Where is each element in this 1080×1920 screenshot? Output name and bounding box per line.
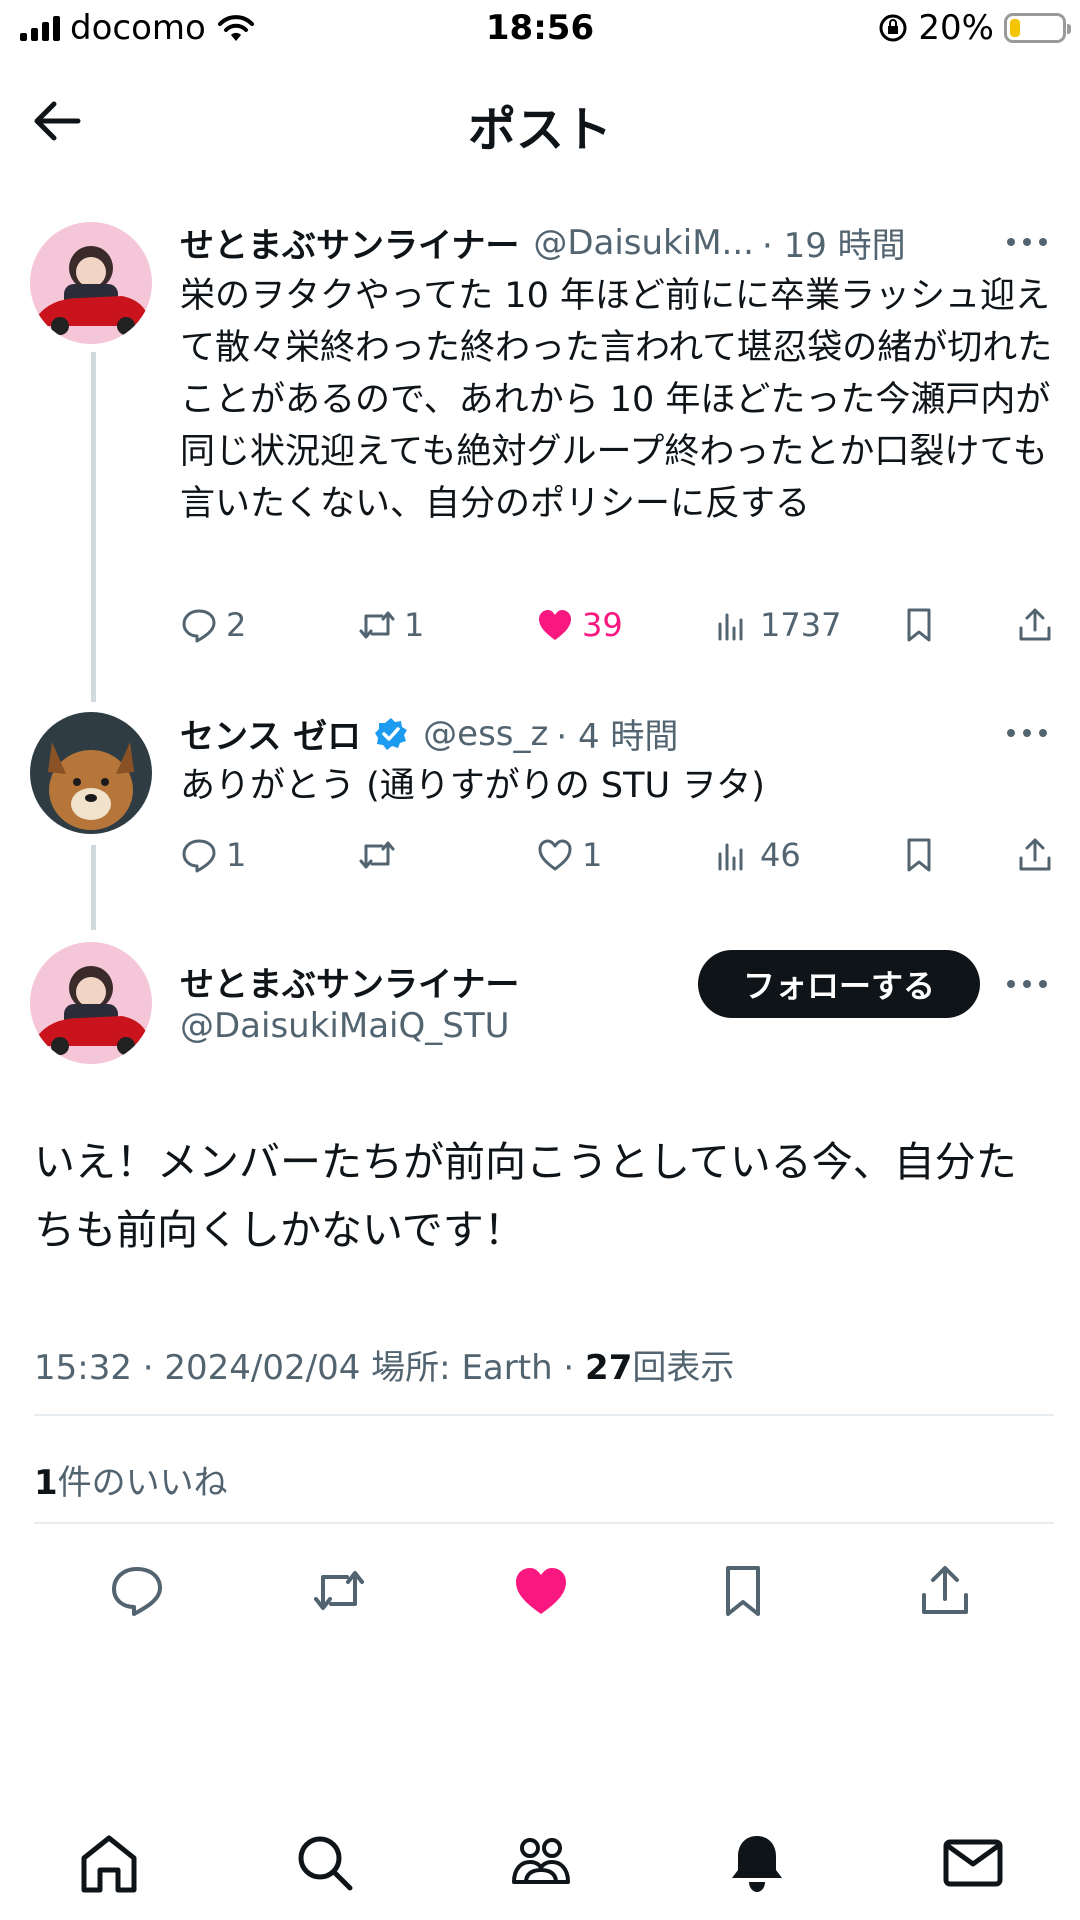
divider	[34, 1414, 1054, 1416]
thread-line	[91, 845, 96, 930]
tweet-actions: 1 1 46	[180, 836, 1060, 886]
author-handle-row: @DaisukiMaiQ_STU	[180, 1006, 509, 1046]
tweet-time: · 4 時間	[556, 717, 679, 757]
likes-label: 件のいいね	[57, 1463, 228, 1503]
tweet-header: センス ゼロ @ess_z · 4 時間	[180, 709, 678, 758]
bar-chart-icon	[718, 613, 743, 641]
more-dots-icon[interactable]	[1004, 726, 1050, 740]
user-handle[interactable]: @DaisukiM...	[533, 223, 754, 263]
like-button[interactable]: 1	[536, 836, 602, 874]
battery-level	[1010, 19, 1020, 37]
like-button[interactable]: 39	[536, 606, 623, 644]
retweet-icon	[359, 611, 395, 639]
search-icon[interactable]	[292, 1830, 358, 1896]
display-name[interactable]: センス ゼロ	[180, 709, 361, 758]
bookmark-icon[interactable]	[714, 1562, 772, 1620]
retweet-count: 1	[404, 606, 425, 644]
views-button[interactable]: 46	[714, 836, 801, 874]
follow-button[interactable]: フォローする	[698, 950, 980, 1018]
bar-chart-icon	[718, 843, 743, 871]
user-handle[interactable]: @DaisukiMaiQ_STU	[180, 1006, 509, 1046]
avatar[interactable]	[30, 942, 152, 1064]
home-icon[interactable]	[76, 1830, 142, 1896]
like-count: 1	[582, 836, 603, 874]
author-name-row: せとまぶサンライナー	[180, 957, 519, 1006]
share-upload-icon	[1019, 838, 1051, 871]
more-dots-icon[interactable]	[1004, 977, 1050, 991]
likes-count: 1	[34, 1463, 58, 1503]
views-button[interactable]: 1737	[714, 606, 841, 644]
reply-bubble-icon	[182, 609, 216, 643]
status-bar: docomo 18:56 20%	[0, 0, 1080, 60]
tweet-header: せとまぶサンライナー @DaisukiM... · 19 時間	[180, 218, 906, 267]
retweet-button[interactable]	[358, 836, 404, 874]
heart-icon[interactable]	[512, 1562, 570, 1620]
post-timestamp: 15:32 · 2024/02/04 場所: Earth · 27回表示	[34, 1340, 734, 1389]
view-count: 46	[760, 836, 801, 874]
avatar[interactable]	[30, 222, 152, 344]
share-upload-icon[interactable]	[916, 1562, 974, 1620]
post-view-suffix: 回表示	[632, 1348, 735, 1388]
post-text: いえ！メンバーたちが前向こうとしている今、自分たちも前向くしかないです！	[34, 1138, 1017, 1254]
reply-bubble-icon	[182, 839, 216, 873]
thread-line	[91, 352, 96, 702]
reply-bubble-icon[interactable]	[108, 1562, 166, 1620]
tweet-text: 栄のヲタクやってた 10 年ほど前にに卒業ラッシュ迎えて散々栄終わった終わった言…	[180, 276, 1053, 524]
post-action-bar	[0, 1562, 1080, 1622]
messages-envelope-icon[interactable]	[940, 1830, 1006, 1896]
heart-icon	[539, 610, 571, 640]
user-handle[interactable]: @ess_z	[423, 714, 548, 754]
bookmark-button[interactable]	[900, 606, 938, 644]
tweet-actions: 2 1 39 1737	[180, 606, 1060, 656]
page-title: ポスト	[467, 102, 612, 158]
battery-percent: 20%	[918, 8, 994, 48]
retweet-icon	[359, 841, 395, 869]
tweet-time: · 19 時間	[761, 226, 906, 266]
divider	[34, 1522, 1054, 1524]
bookmark-icon	[907, 838, 931, 872]
reply-count: 2	[226, 606, 247, 644]
avatar[interactable]	[30, 712, 152, 834]
like-count: 39	[582, 606, 623, 644]
post-view-count[interactable]: 27	[585, 1348, 632, 1388]
bookmark-icon	[907, 608, 931, 642]
reply-count: 1	[226, 836, 247, 874]
heart-icon	[538, 839, 572, 871]
post-header: ポスト	[0, 70, 1080, 170]
retweet-button[interactable]: 1	[358, 606, 424, 644]
likes-summary[interactable]: 1件のいいね	[34, 1455, 228, 1504]
notifications-bell-icon[interactable]	[724, 1830, 790, 1896]
communities-icon[interactable]	[508, 1830, 574, 1896]
bookmark-button[interactable]	[900, 836, 938, 874]
display-name[interactable]: せとまぶサンライナー	[180, 218, 519, 267]
battery-icon	[1004, 13, 1071, 43]
reply-button[interactable]: 1	[180, 836, 246, 874]
share-button[interactable]	[1016, 606, 1054, 644]
battery-group: 20%	[878, 8, 1071, 48]
share-button[interactable]	[1016, 836, 1054, 874]
orientation-lock-icon	[879, 14, 907, 42]
tweet-text: ありがとう (通りすがりの STU ヲタ)	[180, 766, 765, 806]
share-upload-icon	[1019, 608, 1051, 641]
retweet-icon[interactable]	[310, 1562, 368, 1620]
verified-badge-icon	[375, 717, 408, 750]
reply-button[interactable]: 2	[180, 606, 246, 644]
post-time-place: 15:32 · 2024/02/04 場所: Earth ·	[34, 1348, 586, 1388]
tab-bar	[0, 1830, 1080, 1910]
view-count: 1737	[760, 606, 842, 644]
more-dots-icon[interactable]	[1004, 235, 1050, 249]
display-name[interactable]: せとまぶサンライナー	[180, 957, 519, 1006]
